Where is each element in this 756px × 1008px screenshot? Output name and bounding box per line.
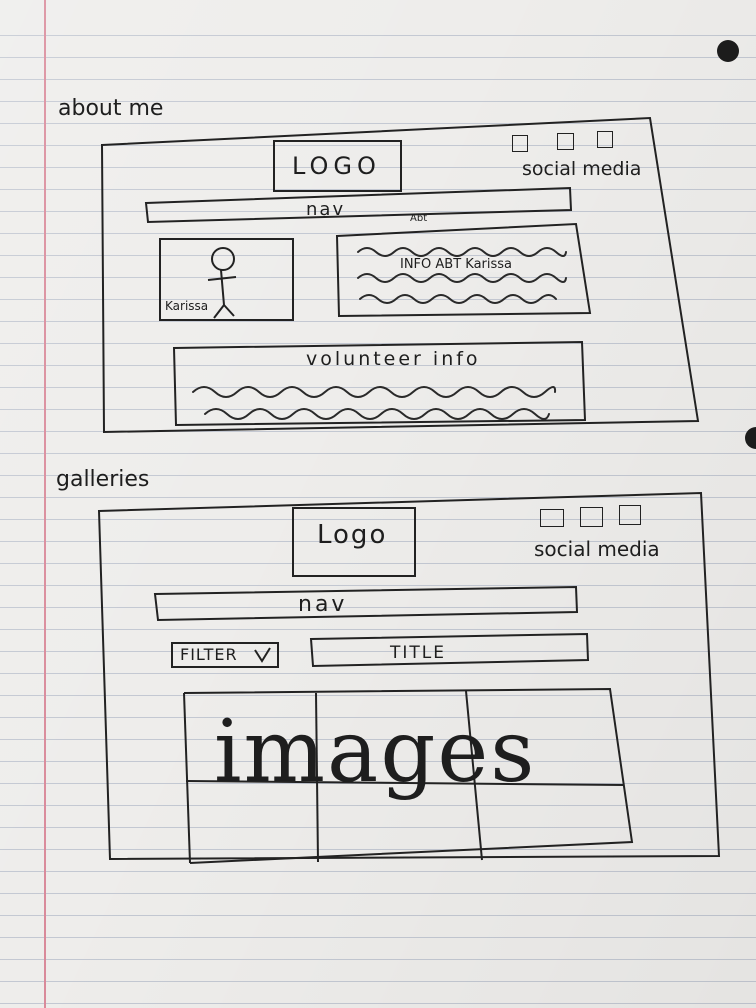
galleries-heading: galleries — [56, 467, 150, 492]
about-social-media-label: social media — [522, 158, 642, 180]
galleries-nav-label[interactable]: nav — [298, 592, 347, 617]
galleries-social-media-label: social media — [534, 537, 660, 561]
about-social-icon-1[interactable] — [512, 135, 528, 152]
galleries-social-icon-1[interactable] — [540, 509, 564, 527]
galleries-images-label: images — [214, 702, 537, 802]
about-abt-note: Abt — [410, 213, 428, 224]
about-social-icon-3[interactable] — [597, 131, 613, 148]
about-person-label: Karissa — [165, 299, 209, 313]
galleries-filter-label[interactable]: FILTER — [180, 645, 238, 664]
about-me-heading: about me — [58, 96, 164, 121]
galleries-social-icon-3[interactable] — [619, 505, 641, 525]
galleries-social-icon-2[interactable] — [580, 507, 603, 527]
about-social-icon-2[interactable] — [557, 133, 574, 150]
galleries-title-label: TITLE — [390, 643, 446, 663]
binder-hole-top — [717, 40, 739, 62]
about-volunteer-label: volunteer info — [306, 348, 481, 370]
about-info-label: INFO ABT Karissa — [397, 257, 516, 272]
about-logo-label: LOGO — [292, 152, 381, 180]
about-nav-label[interactable]: nav — [306, 199, 345, 220]
galleries-logo-label: Logo — [317, 520, 388, 550]
